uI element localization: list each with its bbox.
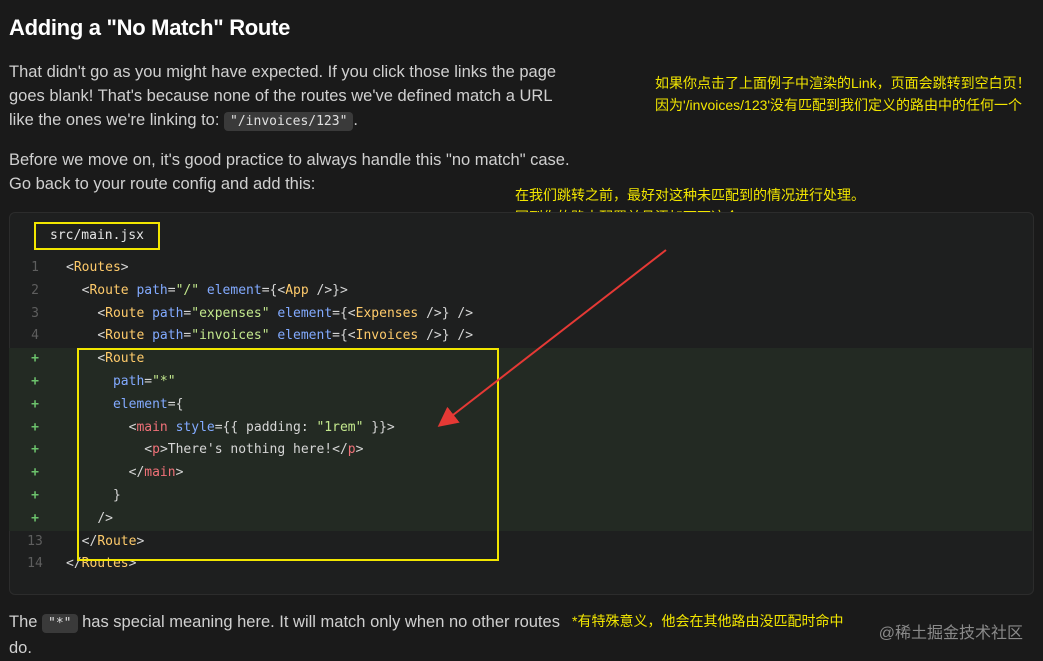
- annotation-note-wildcard: *有特殊意义，他会在其他路由没匹配时命中: [572, 613, 844, 629]
- paragraph-wildcard-end: has special meaning here. It will match …: [9, 613, 560, 657]
- watermark: @稀土掘金技术社区: [878, 625, 1023, 642]
- inline-code-star: "*": [42, 614, 78, 633]
- annotation-arrow-icon: [437, 249, 667, 427]
- paragraph-wildcard: The "*" has special meaning here. It wil…: [9, 610, 569, 660]
- paragraph-wildcard-text: The: [9, 613, 43, 631]
